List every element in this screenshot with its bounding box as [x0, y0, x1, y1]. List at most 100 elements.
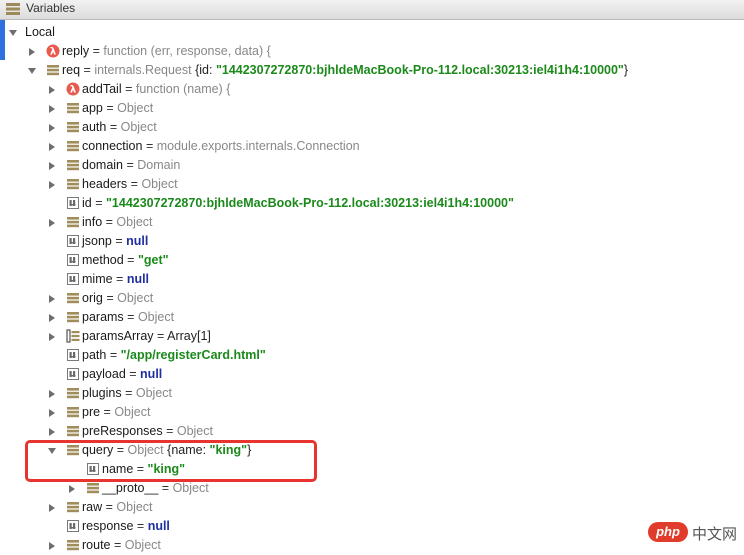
- collapsed-arrow-icon[interactable]: [47, 331, 57, 341]
- tree-row-app[interactable]: app = Object: [0, 99, 744, 118]
- tree-row-mime[interactable]: mime = null: [0, 270, 744, 289]
- equals-sign: =: [106, 120, 121, 134]
- tree-row-addTail[interactable]: λ addTail = function (name) {: [0, 80, 744, 99]
- collapsed-arrow-icon[interactable]: [27, 46, 37, 56]
- equals-sign: =: [123, 158, 138, 172]
- collapsed-arrow-icon[interactable]: [47, 103, 57, 113]
- collapsed-arrow-icon[interactable]: [47, 293, 57, 303]
- tree-row-text: payload = null: [82, 367, 162, 382]
- tree-row-headers[interactable]: headers = Object: [0, 175, 744, 194]
- tree-row-text: plugins = Object: [82, 386, 172, 401]
- tree-row-req[interactable]: req = internals.Request {id: "1442307272…: [0, 61, 744, 80]
- collapsed-arrow-icon[interactable]: [47, 141, 57, 151]
- tree-row-id[interactable]: id = "1442307272870:bjhldeMacBook-Pro-11…: [0, 194, 744, 213]
- svg-text:λ: λ: [50, 47, 57, 58]
- tree-row-preResponses[interactable]: preResponses = Object: [0, 422, 744, 441]
- equals-sign: =: [121, 82, 136, 96]
- collapsed-arrow-icon[interactable]: [47, 160, 57, 170]
- equals-sign: =: [123, 253, 138, 267]
- prim-icon: [66, 519, 80, 533]
- equals-sign: =: [100, 405, 115, 419]
- equals-sign: =: [133, 519, 148, 533]
- variable-value: Object: [117, 291, 154, 305]
- collapsed-arrow-icon[interactable]: [47, 122, 57, 132]
- tree-row-reply[interactable]: λ reply = function (err, response, data) …: [0, 42, 744, 61]
- tree-row-payload[interactable]: payload = null: [0, 365, 744, 384]
- equals-sign: =: [142, 139, 157, 153]
- tree-row-response[interactable]: response = null: [0, 517, 744, 536]
- tree-row-params[interactable]: params = Object: [0, 308, 744, 327]
- tree-row-plugins[interactable]: plugins = Object: [0, 384, 744, 403]
- tree-row-pre[interactable]: pre = Object: [0, 403, 744, 422]
- object-icon: [66, 215, 80, 229]
- variable-value: module.exports.internals.Connection: [156, 139, 360, 153]
- tree-row-info[interactable]: info = Object: [0, 213, 744, 232]
- variable-name: method: [82, 253, 124, 267]
- svg-text:λ: λ: [70, 85, 77, 96]
- equals-sign: =: [106, 348, 121, 362]
- variable-name: connection: [82, 139, 143, 153]
- tree-row-raw[interactable]: raw = Object: [0, 498, 744, 517]
- variable-value: }: [623, 63, 629, 77]
- variable-value: Object: [137, 310, 175, 324]
- object-icon: [66, 139, 80, 153]
- object-icon: [66, 424, 80, 438]
- variables-panel-header: Variables: [0, 0, 744, 20]
- variable-value: null: [126, 234, 149, 248]
- equals-sign: =: [162, 424, 177, 438]
- variable-name: auth: [82, 120, 107, 134]
- variable-name: jsonp: [82, 234, 112, 248]
- variable-name: app: [82, 101, 103, 115]
- tree-row-route[interactable]: route = Object: [0, 536, 744, 555]
- object-icon: [66, 500, 80, 514]
- variable-value: Object: [116, 500, 153, 514]
- variable-value: null: [147, 519, 170, 533]
- variable-name: __proto__: [102, 481, 159, 495]
- collapsed-arrow-icon[interactable]: [47, 84, 57, 94]
- collapsed-arrow-icon[interactable]: [47, 502, 57, 512]
- collapsed-arrow-icon[interactable]: [47, 540, 57, 550]
- tree-row-text: reply = function (err, response, data) {: [62, 44, 271, 59]
- variable-name: domain: [82, 158, 123, 172]
- annotation-highlight-box: [25, 440, 317, 482]
- variables-icon: [6, 3, 20, 15]
- tree-row-Local[interactable]: Local: [0, 23, 744, 42]
- tree-row-orig[interactable]: orig = Object: [0, 289, 744, 308]
- tree-row-text: params = Object: [82, 310, 174, 325]
- equals-sign: =: [153, 329, 168, 343]
- tree-row-text: orig = Object: [82, 291, 153, 306]
- watermark: php 中文网: [648, 522, 738, 544]
- variable-name: response: [82, 519, 134, 533]
- tree-row-domain[interactable]: domain = Domain: [0, 156, 744, 175]
- tree-row-paramsArray[interactable]: paramsArray = Array[1]: [0, 327, 744, 346]
- tree-row-text: method = "get": [82, 253, 169, 268]
- collapsed-arrow-icon[interactable]: [47, 407, 57, 417]
- variable-name: info: [82, 215, 103, 229]
- tree-row-connection[interactable]: connection = module.exports.internals.Co…: [0, 137, 744, 156]
- tree-row-text: preResponses = Object: [82, 424, 213, 439]
- collapsed-arrow-icon[interactable]: [47, 388, 57, 398]
- tree-row-text: jsonp = null: [82, 234, 148, 249]
- collapsed-arrow-icon[interactable]: [67, 483, 77, 493]
- tree-row-auth[interactable]: auth = Object: [0, 118, 744, 137]
- variable-value: Array[1]: [167, 329, 211, 343]
- tree-row-method[interactable]: method = "get": [0, 251, 744, 270]
- collapsed-arrow-icon[interactable]: [47, 312, 57, 322]
- collapsed-arrow-icon[interactable]: [47, 179, 57, 189]
- variable-value: {id:: [191, 63, 216, 77]
- tree-row-text: info = Object: [82, 215, 153, 230]
- tree-row-jsonp[interactable]: jsonp = null: [0, 232, 744, 251]
- watermark-text: 中文网: [692, 525, 738, 543]
- expanded-arrow-icon[interactable]: [8, 27, 18, 37]
- equals-sign: =: [123, 310, 138, 324]
- expanded-arrow-icon[interactable]: [27, 65, 37, 75]
- collapsed-arrow-icon[interactable]: [47, 426, 57, 436]
- equals-sign: =: [111, 234, 127, 248]
- collapsed-arrow-icon[interactable]: [47, 217, 57, 227]
- tree-row-path[interactable]: path = "/app/registerCard.html": [0, 346, 744, 365]
- variable-value: function (err, response, data) {: [103, 44, 271, 58]
- equals-sign: =: [91, 196, 106, 210]
- variable-name: pre: [82, 405, 101, 419]
- variable-value: Object: [141, 177, 178, 191]
- object-icon: [66, 158, 80, 172]
